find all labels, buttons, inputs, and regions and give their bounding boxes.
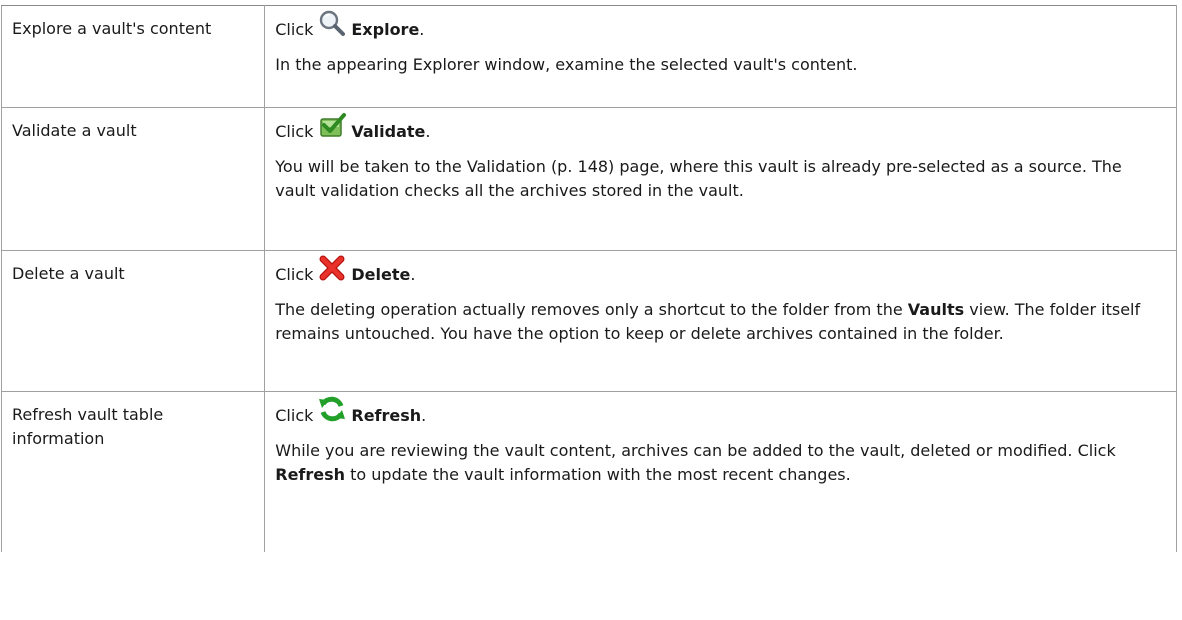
action-cell: Explore a vault's content bbox=[0, 5, 266, 108]
action-cell: Validate a vault bbox=[0, 107, 266, 251]
refresh-command-inline: Refresh bbox=[275, 465, 346, 484]
row-description: In the appearing Explorer window, examin… bbox=[275, 55, 858, 74]
period: . bbox=[419, 20, 425, 39]
vaults-view-name: Vaults bbox=[907, 300, 965, 319]
description-cell: Click Delete. The deleting operation act… bbox=[264, 250, 1177, 392]
validate-command: Validate bbox=[351, 122, 426, 141]
click-instruction: Click Explore. bbox=[275, 10, 1166, 42]
action-label: Explore a vault's content bbox=[12, 19, 212, 38]
row-description: While you are reviewing the vault conten… bbox=[275, 439, 1166, 487]
refresh-command: Refresh bbox=[351, 406, 422, 425]
description-cell: Click Validate. You will be taken to the… bbox=[264, 107, 1177, 251]
description-cell: Click Refresh. While you are reviewing t… bbox=[264, 391, 1177, 552]
click-word: Click bbox=[275, 265, 314, 284]
action-label: Refresh vault table information bbox=[12, 405, 164, 448]
click-word: Click bbox=[275, 406, 314, 425]
description-text: The deleting operation actually removes … bbox=[275, 300, 903, 319]
click-word: Click bbox=[275, 20, 314, 39]
refresh-icon[interactable] bbox=[317, 394, 347, 424]
click-instruction: Click Refresh. bbox=[275, 396, 1166, 428]
period: . bbox=[410, 265, 416, 284]
validate-check-icon[interactable] bbox=[317, 110, 347, 140]
table-row: Validate a vault Click Validate. You wil… bbox=[0, 107, 1177, 251]
period: . bbox=[421, 406, 427, 425]
table-row: Delete a vault Click Delete. The deletin… bbox=[0, 250, 1177, 392]
delete-command: Delete bbox=[351, 265, 411, 284]
action-cell: Delete a vault bbox=[0, 250, 266, 392]
vault-actions-table: Explore a vault's content Click Explore.… bbox=[0, 5, 1177, 552]
table-row: Explore a vault's content Click Explore.… bbox=[0, 5, 1177, 108]
explore-command: Explore bbox=[351, 20, 420, 39]
description-cell: Click Explore. In the appearing Explorer… bbox=[264, 5, 1177, 108]
click-instruction: Click Delete. bbox=[275, 255, 1166, 287]
action-cell: Refresh vault table information bbox=[0, 391, 266, 552]
click-instruction: Click Validate. bbox=[275, 113, 1166, 144]
row-description: You will be taken to the Validation (p. … bbox=[275, 157, 1122, 200]
description-text: to update the vault information with the… bbox=[350, 465, 851, 484]
delete-x-icon[interactable] bbox=[317, 253, 347, 283]
search-icon[interactable] bbox=[317, 8, 347, 38]
click-word: Click bbox=[275, 122, 314, 141]
description-text: While you are reviewing the vault conten… bbox=[275, 441, 1116, 460]
action-label: Delete a vault bbox=[12, 264, 125, 283]
table-row: Refresh vault table information Click Re… bbox=[0, 391, 1177, 552]
action-label: Validate a vault bbox=[12, 121, 137, 140]
period: . bbox=[425, 122, 431, 141]
row-description: The deleting operation actually removes … bbox=[275, 298, 1166, 346]
